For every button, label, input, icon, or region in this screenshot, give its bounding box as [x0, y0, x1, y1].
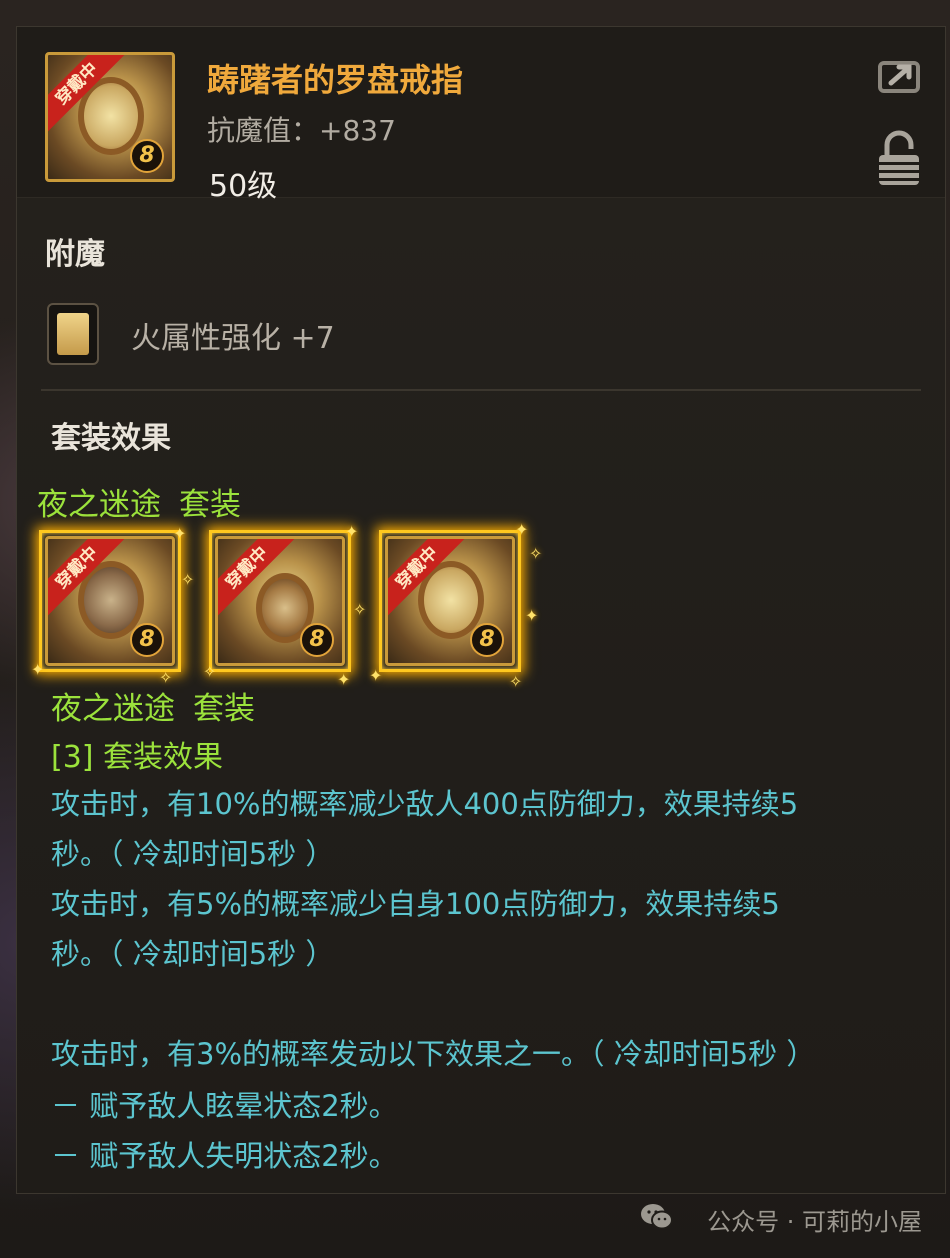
compass-ring-icon: 穿戴中 8 — [385, 536, 515, 666]
set-suffix: 套装 — [193, 691, 255, 727]
item-stat: 抗魔值：+837 — [207, 114, 396, 147]
enchant-card-icon — [47, 303, 99, 365]
set-name-footer: 夜之迷途 套装 — [51, 683, 273, 728]
set-item-slot-2[interactable]: 穿戴中 8 ✦ ✧ ✧ ✦ — [203, 522, 366, 689]
bracelet-icon: 穿戴中 8 — [215, 536, 345, 666]
compass-necklace-icon: 穿戴中 8 — [45, 536, 175, 666]
lock-icon[interactable] — [877, 129, 921, 187]
set-name-header: 夜之迷途 套装 — [37, 479, 259, 524]
set-effect-line-1: 攻击时，有10%的概率减少敌人400点防御力，效果持续5 — [51, 787, 799, 821]
grade-badge: 8 — [300, 623, 334, 657]
set-item-slot-1[interactable]: 穿戴中 8 ✦ ✧ ✦ ✧ — [31, 524, 194, 687]
item-level: 50级 — [209, 169, 278, 204]
grade-badge: 8 — [470, 623, 504, 657]
grade-badge: 8 — [130, 139, 164, 173]
set-name: 夜之迷途 — [37, 487, 161, 523]
item-header: 穿戴中 8 踌躇者的罗盘戒指 抗魔值：+837 50级 — [17, 27, 945, 204]
item-title: 踌躇者的罗盘戒指 — [207, 61, 464, 99]
set-effect-line-2: 秒。（ 冷却时间5秒 ） — [51, 837, 335, 871]
set-effect-line-4: 秒。（ 冷却时间5秒 ） — [51, 937, 335, 971]
set-suffix: 套装 — [179, 487, 241, 523]
enchant-effect: 火属性强化 +7 — [131, 321, 335, 356]
set-effect-line-8: － 赋予敌人失明状态2秒。 — [51, 1139, 398, 1173]
set-name: 夜之迷途 — [51, 691, 175, 727]
wechat-icon — [641, 1204, 673, 1230]
set-effect-title: [3] 套装效果 — [51, 740, 224, 775]
share-icon[interactable] — [877, 55, 925, 95]
enchant-section-label: 附魔 — [45, 237, 105, 272]
grade-badge: 8 — [130, 623, 164, 657]
watermark: 公众号 · 可莉的小屋 — [707, 1208, 922, 1236]
set-item-slot-3[interactable]: 穿戴中 8 ✦ ✧ ✦ ✧ ✦ — [369, 520, 542, 691]
item-tooltip-panel: 穿戴中 8 踌躇者的罗盘戒指 抗魔值：+837 50级 附魔 火属性强化 +7 … — [16, 26, 946, 1194]
set-effect-line-7: － 赋予敌人眩晕状态2秒。 — [51, 1089, 398, 1123]
set-section-label: 套装效果 — [51, 421, 171, 456]
compass-ring-icon: 穿戴中 8 — [45, 52, 175, 182]
set-effect-line-3: 攻击时，有5%的概率减少自身100点防御力，效果持续5 — [51, 887, 780, 921]
divider — [41, 389, 921, 391]
set-effect-line-6: 攻击时，有3%的概率发动以下效果之一。（ 冷却时间5秒 ） — [51, 1037, 816, 1071]
